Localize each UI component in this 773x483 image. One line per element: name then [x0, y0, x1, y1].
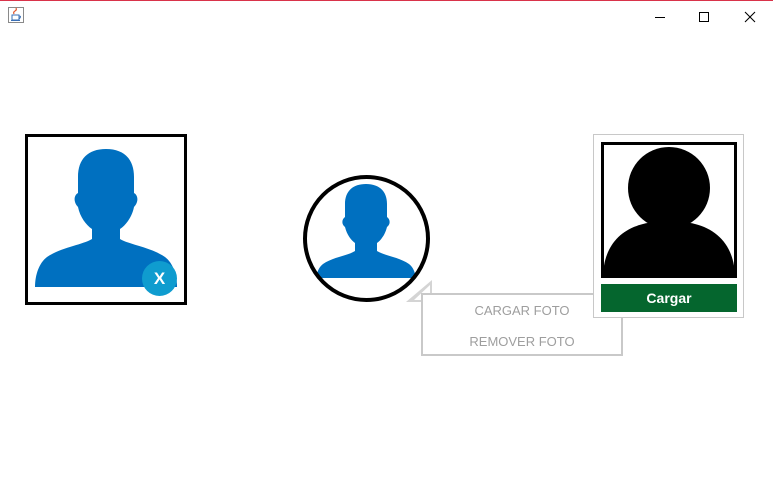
menu-item-remove-photo[interactable]: REMOVER FOTO [423, 334, 621, 350]
java-cup-icon [8, 7, 24, 23]
minimize-icon [655, 16, 665, 18]
close-icon [744, 11, 756, 22]
maximize-icon [699, 11, 709, 22]
menu-item-load-photo[interactable]: CARGAR FOTO [423, 303, 621, 319]
title-bar [0, 1, 773, 31]
load-photo-button[interactable]: Cargar [601, 284, 737, 312]
minimize-button[interactable] [637, 2, 683, 31]
maximize-button[interactable] [681, 2, 727, 31]
remove-photo-button[interactable]: X [142, 261, 177, 296]
close-button[interactable] [727, 2, 773, 31]
user-silhouette-icon [604, 147, 734, 275]
load-photo-label: Cargar [646, 290, 692, 306]
remove-photo-label: X [153, 268, 166, 288]
card-photo-frame[interactable] [601, 142, 737, 278]
